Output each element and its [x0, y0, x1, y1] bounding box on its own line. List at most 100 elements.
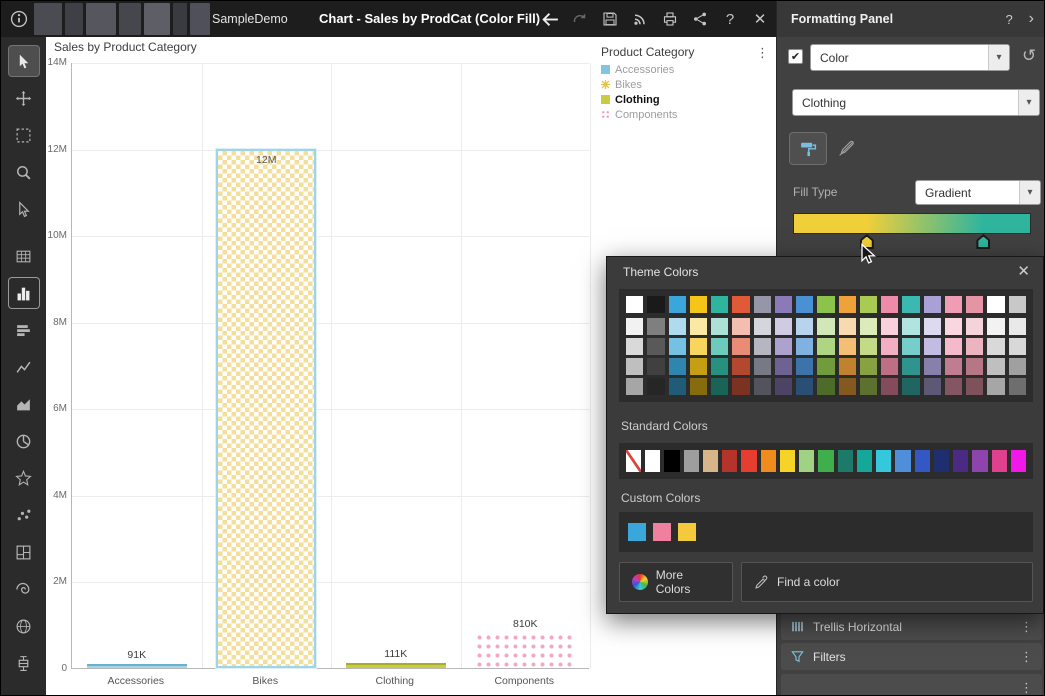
color-swatch[interactable]: [924, 318, 941, 335]
color-swatch[interactable]: [711, 378, 728, 395]
color-swatch[interactable]: [902, 338, 919, 355]
map-chart-tool[interactable]: [9, 611, 39, 641]
kebab-menu-icon[interactable]: ⋮: [1020, 680, 1033, 696]
color-swatch[interactable]: [690, 378, 707, 395]
color-swatch[interactable]: [972, 450, 987, 472]
color-swatch[interactable]: [796, 296, 813, 313]
bar-chart-tool[interactable]: [9, 278, 39, 308]
color-swatch[interactable]: [690, 296, 707, 313]
color-swatch[interactable]: [754, 296, 771, 313]
color-swatch[interactable]: [902, 378, 919, 395]
bar-accessories[interactable]: [87, 664, 187, 668]
menu-item-placeholder[interactable]: [173, 3, 187, 35]
color-swatch[interactable]: [881, 296, 898, 313]
color-swatch[interactable]: [722, 450, 737, 472]
color-swatch[interactable]: [711, 318, 728, 335]
color-swatch[interactable]: [881, 338, 898, 355]
color-swatch[interactable]: [817, 338, 834, 355]
color-swatch[interactable]: [966, 338, 983, 355]
color-swatch[interactable]: [678, 523, 696, 541]
color-swatch[interactable]: [796, 338, 813, 355]
color-swatch[interactable]: [817, 296, 834, 313]
color-swatch[interactable]: [924, 358, 941, 375]
color-swatch[interactable]: [754, 378, 771, 395]
color-swatch[interactable]: [669, 318, 686, 335]
color-swatch[interactable]: [992, 450, 1007, 472]
color-swatch[interactable]: [796, 378, 813, 395]
color-swatch[interactable]: [799, 450, 814, 472]
color-swatch[interactable]: [761, 450, 776, 472]
color-swatch[interactable]: [881, 358, 898, 375]
menu-item-placeholder[interactable]: [190, 3, 210, 35]
color-swatch[interactable]: [1009, 318, 1026, 335]
row-chart-tool[interactable]: [9, 315, 39, 345]
color-swatch[interactable]: [895, 450, 910, 472]
menu-item-placeholder[interactable]: [34, 3, 62, 35]
color-swatch[interactable]: [628, 523, 646, 541]
panel-section-trellis-horizontal[interactable]: Trellis Horizontal⋮: [781, 613, 1042, 640]
color-swatch[interactable]: [626, 378, 643, 395]
property-dropdown[interactable]: Color ▾: [810, 44, 1010, 71]
color-swatch[interactable]: [860, 358, 877, 375]
color-swatch[interactable]: [775, 318, 792, 335]
line-chart-tool[interactable]: [9, 352, 39, 382]
save-button[interactable]: [600, 9, 620, 29]
fill-type-dropdown[interactable]: Gradient ▾: [915, 180, 1041, 205]
color-swatch[interactable]: [987, 338, 1004, 355]
color-swatch[interactable]: [647, 318, 664, 335]
color-swatch[interactable]: [664, 450, 679, 472]
color-swatch[interactable]: [775, 358, 792, 375]
color-swatch[interactable]: [924, 378, 941, 395]
color-swatch[interactable]: [732, 358, 749, 375]
color-swatch[interactable]: [775, 378, 792, 395]
color-swatch[interactable]: [626, 358, 643, 375]
select-tool[interactable]: [9, 46, 39, 76]
color-swatch[interactable]: [732, 318, 749, 335]
color-swatch[interactable]: [1009, 296, 1026, 313]
color-swatch[interactable]: [711, 358, 728, 375]
broadcast-button[interactable]: [630, 9, 650, 29]
color-swatch[interactable]: [1009, 338, 1026, 355]
plot-area[interactable]: 91K12M111K810K: [71, 63, 589, 669]
color-swatch[interactable]: [626, 450, 641, 472]
bar-components[interactable]: [475, 633, 575, 668]
color-swatch[interactable]: [839, 358, 856, 375]
gradient-preview-bar[interactable]: [793, 213, 1031, 234]
color-swatch[interactable]: [860, 378, 877, 395]
color-swatch[interactable]: [796, 358, 813, 375]
color-swatch[interactable]: [669, 358, 686, 375]
color-swatch[interactable]: [732, 296, 749, 313]
zoom-tool[interactable]: [9, 157, 39, 187]
menu-item-placeholder[interactable]: [86, 3, 116, 35]
color-swatch[interactable]: [860, 318, 877, 335]
color-swatch[interactable]: [857, 450, 872, 472]
color-swatch[interactable]: [881, 378, 898, 395]
color-swatch[interactable]: [732, 378, 749, 395]
help-button[interactable]: ?: [720, 9, 740, 29]
color-swatch[interactable]: [690, 358, 707, 375]
legend-item-bikes[interactable]: Bikes: [601, 78, 773, 91]
stroke-mode-tab[interactable]: [828, 133, 864, 164]
color-swatch[interactable]: [647, 378, 664, 395]
color-swatch[interactable]: [711, 296, 728, 313]
color-swatch[interactable]: [987, 296, 1004, 313]
pie-chart-tool[interactable]: [9, 426, 39, 456]
close-button[interactable]: ✕: [750, 9, 770, 29]
color-swatch[interactable]: [860, 338, 877, 355]
color-swatch[interactable]: [647, 296, 664, 313]
scatter-plot-tool[interactable]: [9, 500, 39, 530]
more-colors-button[interactable]: More Colors: [619, 562, 733, 602]
color-swatch[interactable]: [669, 296, 686, 313]
workspace-label[interactable]: SampleDemo: [212, 1, 288, 37]
color-swatch[interactable]: [987, 358, 1004, 375]
area-chart-tool[interactable]: [9, 389, 39, 419]
color-swatch[interactable]: [796, 318, 813, 335]
color-swatch[interactable]: [860, 296, 877, 313]
pointer-tool[interactable]: [9, 194, 39, 224]
redo-button[interactable]: [570, 9, 590, 29]
legend-item-clothing[interactable]: Clothing: [601, 93, 773, 106]
color-swatch[interactable]: [711, 338, 728, 355]
box-plot-tool[interactable]: [9, 648, 39, 678]
color-swatch[interactable]: [669, 338, 686, 355]
color-swatch[interactable]: [902, 296, 919, 313]
